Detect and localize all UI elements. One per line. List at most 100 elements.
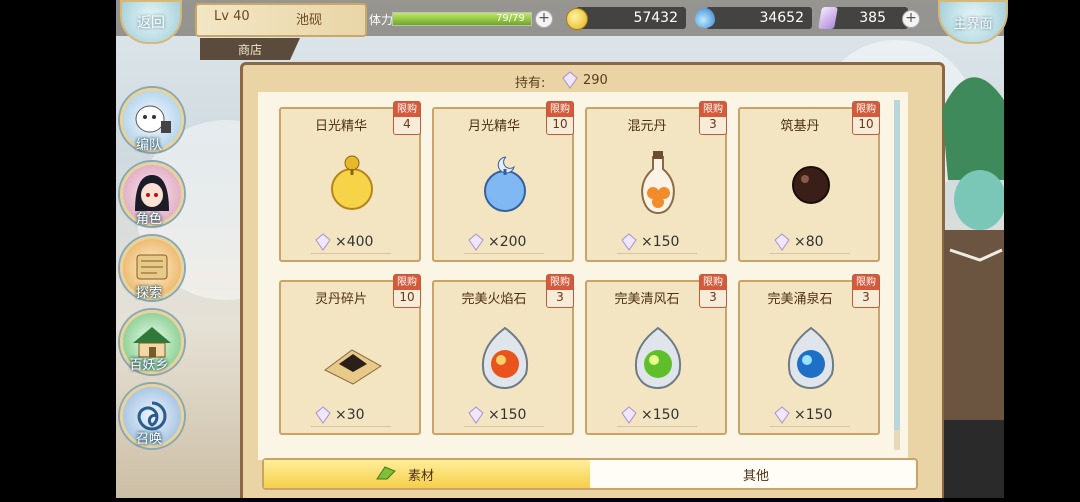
item-price: ×400 [335, 234, 374, 250]
gold-counter: 57432 [576, 7, 686, 29]
shop-item-card[interactable]: 完美清风石 限购 3 ×150 [585, 274, 727, 435]
crystal-icon [774, 233, 790, 251]
spirit-value: 34652 [759, 10, 804, 26]
limit-label: 限购 [853, 102, 879, 117]
add-crystal-button[interactable]: + [902, 10, 920, 28]
card-divider [770, 426, 850, 430]
shop-item-card[interactable]: 筑基丹 限购 10 ×80 [738, 101, 880, 262]
limit-count: 3 [709, 290, 717, 304]
sun-essence-icon [331, 155, 373, 210]
purchase-limit-badge: 限购 3 [699, 274, 727, 308]
card-divider [464, 426, 544, 430]
back-label: 返回 [137, 15, 165, 31]
breadcrumb-label: 商店 [237, 42, 262, 57]
crystal-icon [468, 406, 484, 424]
card-divider [464, 253, 544, 257]
limit-label: 限购 [700, 102, 726, 117]
shop-scrollbar-thumb[interactable] [894, 100, 900, 430]
item-name: 月光精华 [467, 119, 520, 134]
item-name: 完美火焰石 [461, 292, 527, 307]
item-price: ×150 [641, 407, 680, 423]
leaf-icon [376, 466, 396, 480]
limit-label: 限购 [853, 275, 879, 290]
card-divider [617, 253, 697, 257]
item-price: ×150 [641, 234, 680, 250]
blue-flame-icon [695, 8, 715, 28]
crystal-counter: 385 [830, 7, 908, 29]
crystal-icon [774, 406, 790, 424]
item-price: ×200 [488, 234, 527, 250]
side-menu-village-label: 百妖乡 [129, 358, 169, 373]
shopkeeper-character [940, 60, 1006, 498]
purchase-limit-badge: 限购 4 [393, 101, 421, 135]
shop-item-card[interactable]: 完美涌泉石 限购 3 ×150 [738, 274, 880, 435]
moon-essence-icon [484, 156, 526, 212]
spring-stone-icon [788, 326, 834, 390]
limit-count: 4 [403, 117, 411, 131]
crystal-icon [315, 406, 331, 424]
add-stamina-button[interactable]: + [535, 10, 553, 28]
purchase-limit-badge: 限购 10 [852, 101, 880, 135]
pill-bottle-icon [641, 151, 675, 215]
limit-count: 10 [399, 290, 415, 304]
breadcrumb: 商店 [200, 38, 300, 60]
wind-stone-icon [635, 326, 681, 390]
holding-label: 持有: [515, 76, 546, 91]
limit-count: 3 [862, 290, 870, 304]
purchase-limit-badge: 限购 3 [852, 274, 880, 308]
limit-count: 10 [552, 117, 568, 131]
limit-count: 3 [709, 117, 717, 131]
item-price: ×30 [335, 407, 365, 423]
stamina-label: 体力 [369, 13, 394, 27]
tab-materials-label: 素材 [408, 469, 435, 484]
purchase-limit-badge: 限购 3 [546, 274, 574, 308]
limit-label: 限购 [394, 102, 420, 117]
side-menu-team-label: 编队 [135, 138, 162, 153]
card-divider [770, 253, 850, 257]
crystal-icon [621, 406, 637, 424]
card-divider [311, 426, 391, 430]
crystal-value: 385 [859, 10, 886, 26]
item-price: ×80 [794, 234, 824, 250]
limit-count: 10 [858, 117, 874, 131]
crystal-icon [621, 233, 637, 251]
item-name: 日光精华 [314, 119, 367, 134]
spirit-counter: 34652 [706, 7, 812, 29]
purchase-limit-badge: 限购 3 [699, 101, 727, 135]
shop-item-card[interactable]: 月光精华 限购 10 ×200 [432, 101, 574, 262]
dark-pill-icon [792, 166, 830, 204]
limit-count: 3 [556, 290, 564, 304]
limit-label: 限购 [700, 275, 726, 290]
limit-label: 限购 [394, 275, 420, 290]
shop-item-card[interactable]: 混元丹 限购 3 ×150 [585, 101, 727, 262]
crystal-icon [315, 233, 331, 251]
holding-value: 290 [583, 73, 608, 88]
card-divider [311, 253, 391, 257]
pill-shard-icon [324, 349, 382, 385]
stamina-value: 79/79 [496, 13, 525, 24]
crystal-icon [562, 71, 578, 89]
shop-item-card[interactable]: 灵丹碎片 限购 10 ×30 [279, 274, 421, 435]
gold-coin-icon [566, 8, 588, 30]
side-menu-explore-label: 探索 [135, 286, 162, 301]
purchase-limit-badge: 限购 10 [546, 101, 574, 135]
side-menu-summon-label: 召唤 [135, 432, 162, 447]
card-divider [617, 426, 697, 430]
item-price: ×150 [488, 407, 527, 423]
main-menu-label: 主界面 [953, 16, 993, 32]
shopkeeper-portrait [942, 77, 1006, 498]
gold-value: 57432 [633, 10, 678, 26]
item-price: ×150 [794, 407, 833, 423]
shop-item-card[interactable]: 日光精华 限购 4 ×400 [279, 101, 421, 262]
item-name: 完美涌泉石 [767, 292, 833, 307]
item-name: 灵丹碎片 [314, 292, 367, 307]
shop-item-card[interactable]: 完美火焰石 限购 3 ×150 [432, 274, 574, 435]
purchase-limit-badge: 限购 10 [393, 274, 421, 308]
tab-other-label: 其他 [743, 469, 770, 484]
player-level: Lv 40 [214, 9, 250, 24]
limit-label: 限购 [547, 102, 573, 117]
crystal-icon [468, 233, 484, 251]
item-name: 筑基丹 [780, 119, 820, 134]
item-name: 混元丹 [627, 119, 667, 134]
fire-stone-icon [482, 326, 528, 390]
